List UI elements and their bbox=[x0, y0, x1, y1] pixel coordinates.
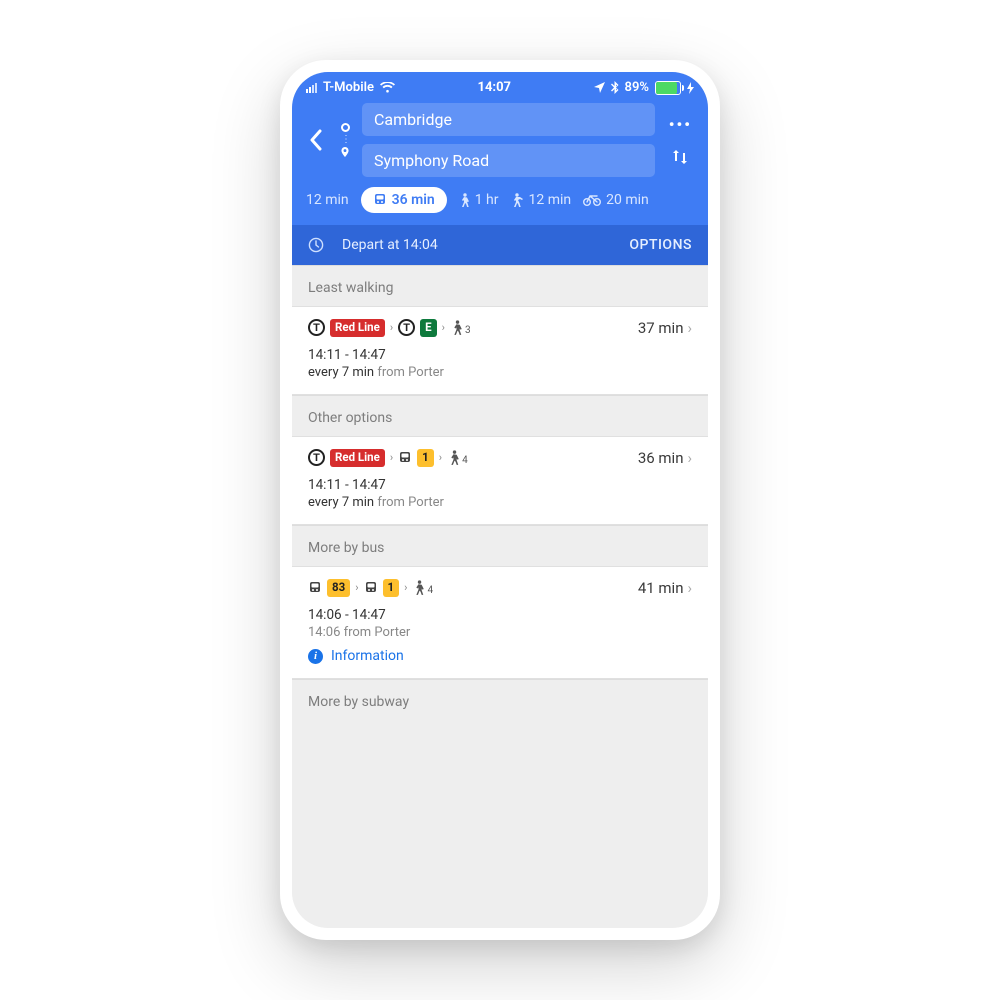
route-dots: ⋮ bbox=[338, 123, 352, 157]
route-legs: TRed Line›TE›3 bbox=[308, 319, 471, 337]
route-times: 14:11 - 14:47 bbox=[308, 347, 692, 363]
depart-row: Depart at 14:04 OPTIONS bbox=[292, 225, 708, 265]
chevron-right-icon: › bbox=[390, 451, 393, 464]
results-list[interactable]: Least walking TRed Line›TE›337 min›14:11… bbox=[292, 265, 708, 928]
bus-icon bbox=[364, 581, 378, 595]
line-chip: 1 bbox=[417, 449, 434, 467]
t-logo-icon: T bbox=[398, 319, 415, 336]
origin-dot-icon bbox=[341, 123, 350, 132]
swap-icon[interactable] bbox=[671, 148, 689, 166]
walk-leg: 4 bbox=[447, 450, 468, 466]
phone-frame: T-Mobile 14:07 89% ⋮ Cambridge bbox=[280, 60, 720, 940]
section-more-bus: More by bus bbox=[292, 525, 708, 566]
t-logo-icon: T bbox=[308, 449, 325, 466]
route-duration: 41 min› bbox=[638, 579, 692, 597]
nav-row: ⋮ Cambridge Symphony Road ••• bbox=[292, 99, 708, 177]
line-chip: 1 bbox=[383, 579, 400, 597]
battery-icon bbox=[655, 81, 681, 95]
carrier-label: T-Mobile bbox=[323, 80, 374, 95]
route-card[interactable]: TRed Line›TE›337 min›14:11 - 14:47every … bbox=[292, 306, 708, 395]
chevron-right-icon: › bbox=[390, 321, 393, 334]
tab-transit[interactable]: 36 min bbox=[361, 187, 447, 213]
chevron-right-icon: › bbox=[355, 581, 358, 594]
clock-icon bbox=[308, 237, 324, 253]
route-card[interactable]: 83›1›441 min›14:06 - 14:4714:06 from Por… bbox=[292, 566, 708, 679]
charging-icon bbox=[687, 82, 694, 94]
signal-icon bbox=[306, 83, 317, 93]
bluetooth-icon bbox=[611, 81, 619, 94]
route-card[interactable]: TRed Line›1›436 min›14:11 - 14:47every 7… bbox=[292, 436, 708, 525]
line-chip: 83 bbox=[327, 579, 350, 597]
status-bar: T-Mobile 14:07 89% bbox=[292, 72, 708, 99]
tab-walk[interactable]: 1 hr bbox=[459, 192, 499, 208]
transit-icon bbox=[373, 193, 387, 207]
section-other-options: Other options bbox=[292, 395, 708, 436]
route-legs: T Red Line › 1 › 4 bbox=[308, 449, 468, 467]
bus-icon bbox=[308, 581, 322, 595]
tab-car[interactable]: 12 min bbox=[306, 192, 349, 208]
walk-icon bbox=[459, 193, 470, 208]
more-button[interactable]: ••• bbox=[669, 115, 692, 134]
chevron-right-icon: › bbox=[687, 449, 692, 467]
line-chip: Red Line bbox=[330, 319, 385, 337]
tab-bike[interactable]: 20 min bbox=[583, 192, 649, 208]
destination-field[interactable]: Symphony Road bbox=[362, 144, 655, 177]
tab-rideshare[interactable]: 12 min bbox=[511, 192, 572, 208]
section-least-walking: Least walking bbox=[292, 265, 708, 306]
walk-leg: 3 bbox=[450, 320, 471, 336]
wifi-icon bbox=[380, 82, 395, 93]
back-button[interactable] bbox=[304, 124, 328, 156]
chevron-right-icon: › bbox=[442, 321, 445, 334]
header: T-Mobile 14:07 89% ⋮ Cambridge bbox=[292, 72, 708, 265]
tab-ride-label: 12 min bbox=[529, 192, 572, 208]
options-button[interactable]: OPTIONS bbox=[629, 237, 692, 253]
tab-walk-label: 1 hr bbox=[475, 192, 499, 208]
section-more-subway: More by subway bbox=[292, 679, 708, 720]
line-chip: E bbox=[420, 319, 436, 337]
bike-icon bbox=[583, 194, 601, 206]
walk-leg: 4 bbox=[412, 580, 433, 596]
rideshare-icon bbox=[511, 193, 524, 208]
line-chip: Red Line bbox=[330, 449, 385, 467]
route-duration: 37 min› bbox=[638, 319, 692, 337]
screen: T-Mobile 14:07 89% ⋮ Cambridge bbox=[292, 72, 708, 928]
route-info[interactable]: iInformation bbox=[308, 648, 692, 664]
mode-tabs: 12 min 36 min 1 hr 12 min 20 min bbox=[292, 177, 708, 225]
route-times: 14:11 - 14:47 bbox=[308, 477, 692, 493]
destination-pin-icon bbox=[340, 147, 350, 157]
chevron-right-icon: › bbox=[687, 579, 692, 597]
route-duration: 36 min› bbox=[638, 449, 692, 467]
bus-icon bbox=[398, 451, 412, 465]
chevron-right-icon: › bbox=[439, 451, 442, 464]
depart-label[interactable]: Depart at 14:04 bbox=[342, 237, 438, 253]
t-logo-icon: T bbox=[308, 319, 325, 336]
tab-transit-label: 36 min bbox=[392, 192, 435, 208]
battery-pct: 89% bbox=[625, 80, 649, 95]
location-arrow-icon bbox=[594, 82, 605, 93]
info-icon: i bbox=[308, 649, 323, 664]
chevron-right-icon: › bbox=[687, 319, 692, 337]
route-legs: 83 › 1 › 4 bbox=[308, 579, 433, 597]
origin-field[interactable]: Cambridge bbox=[362, 103, 655, 136]
chevron-right-icon: › bbox=[404, 581, 407, 594]
tab-bike-label: 20 min bbox=[606, 192, 649, 208]
status-time: 14:07 bbox=[478, 80, 512, 95]
route-times: 14:06 - 14:47 bbox=[308, 607, 692, 623]
